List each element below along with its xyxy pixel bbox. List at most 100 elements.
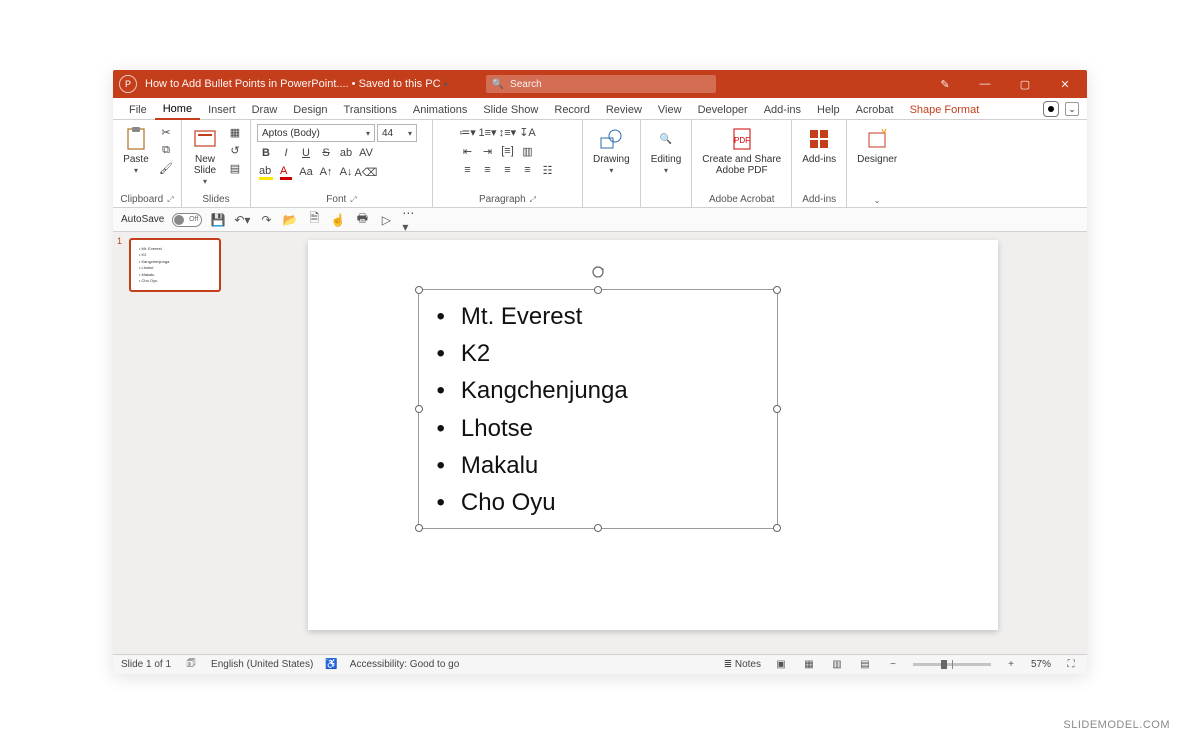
bullet-item[interactable]: Mt. Everest [437,298,759,335]
more-commands-button[interactable]: ⋯▾ [402,212,418,228]
notes-button[interactable]: ≣ Notes [724,659,761,670]
tab-file[interactable]: File [121,100,155,119]
paste-button[interactable]: Paste ▾ [119,124,153,178]
addins-button[interactable]: Add-ins [798,124,840,167]
format-painter-button[interactable]: 🖌 [157,160,175,176]
slideshow-view-button[interactable]: ▤ [857,658,873,672]
text-shadow-button[interactable]: ab [337,145,355,161]
tab-acrobat[interactable]: Acrobat [848,100,902,119]
designer-button[interactable]: Designer [853,124,901,167]
redo-button[interactable]: ↷ [258,212,274,228]
resize-handle[interactable] [594,524,602,532]
font-name-select[interactable]: Aptos (Body)▾ [257,124,375,142]
font-color-button[interactable]: A [277,164,295,180]
editing-button[interactable]: 🔍 Editing▾ [647,124,686,178]
bullet-item[interactable]: Makalu [437,447,759,484]
rotate-handle-icon[interactable] [590,264,606,280]
chevron-down-icon[interactable]: ⌄ [874,196,881,205]
touch-mode-button[interactable]: ☝ [330,212,346,228]
align-left-button[interactable]: ≡ [459,162,477,178]
open-button[interactable]: 📂 [282,212,298,228]
tab-animations[interactable]: Animations [405,100,475,119]
copy-button[interactable]: ⧉ [157,142,175,158]
tab-slide-show[interactable]: Slide Show [475,100,546,119]
numbering-button[interactable]: 1≡▾ [479,124,497,140]
new-slide-button[interactable]: New Slide ▾ [188,124,222,189]
bullet-item[interactable]: Cho Oyu [437,484,759,521]
tab-developer[interactable]: Developer [690,100,756,119]
justify-button[interactable]: ≡ [519,162,537,178]
spellcheck-icon[interactable]: 🗊 [183,658,199,672]
section-button[interactable]: ▤ [226,160,244,176]
language-indicator[interactable]: English (United States) [211,659,313,670]
increase-indent-button[interactable]: ⇥ [479,143,497,159]
resize-handle[interactable] [594,286,602,294]
dialog-launcher-icon[interactable]: ⤢ [167,195,173,205]
tab-insert[interactable]: Insert [200,100,244,119]
slide-sorter-button[interactable]: ▦ [801,658,817,672]
tab-help[interactable]: Help [809,100,848,119]
bullet-item[interactable]: Kangchenjunga [437,372,759,409]
close-button[interactable]: ✕ [1049,78,1081,91]
tab-draw[interactable]: Draw [244,100,286,119]
slide-indicator[interactable]: Slide 1 of 1 [121,659,171,670]
zoom-out-button[interactable]: − [885,658,901,672]
bullets-button[interactable]: ≔▾ [459,124,477,140]
resize-handle[interactable] [415,286,423,294]
resize-handle[interactable] [773,286,781,294]
slide-thumbnail-1[interactable]: 1 • Mt. Everest • K2 • Kangchenjunga • L… [119,238,222,292]
italic-button[interactable]: I [277,145,295,161]
bold-button[interactable]: B [257,145,275,161]
shrink-font-button[interactable]: A↓ [337,164,355,180]
search-box[interactable]: 🔍 Search [486,75,716,93]
text-box[interactable]: Mt. Everest K2 Kangchenjunga Lhotse Maka… [418,289,778,529]
layout-button[interactable]: ▦ [226,124,244,140]
autosave-toggle[interactable]: Off [172,213,202,227]
resize-handle[interactable] [415,405,423,413]
columns-button[interactable]: ▥ [519,143,537,159]
resize-handle[interactable] [415,524,423,532]
slide[interactable]: Mt. Everest K2 Kangchenjunga Lhotse Maka… [308,240,998,630]
undo-button[interactable]: ↶▾ [234,212,250,228]
quick-print-button[interactable]: 🖶 [354,212,370,228]
tab-review[interactable]: Review [598,100,650,119]
change-case-button[interactable]: Aa [297,164,315,180]
accessibility-status[interactable]: Accessibility: Good to go [350,659,460,670]
zoom-slider[interactable] [913,663,991,666]
resize-handle[interactable] [773,524,781,532]
highlight-button[interactable]: ab [257,164,275,180]
line-spacing-button[interactable]: ↕≡▾ [499,124,517,140]
align-center-button[interactable]: ≡ [479,162,497,178]
collapse-ribbon-icon[interactable]: ⌄ [1065,102,1079,116]
minimize-button[interactable]: — [969,78,1001,90]
save-button[interactable]: 💾 [210,212,226,228]
bullet-item[interactable]: K2 [437,335,759,372]
fit-to-window-button[interactable]: ⛶ [1063,658,1079,672]
decrease-indent-button[interactable]: ⇤ [459,143,477,159]
tab-view[interactable]: View [650,100,690,119]
zoom-level[interactable]: 57% [1031,659,1051,670]
grow-font-button[interactable]: A↑ [317,164,335,180]
maximize-button[interactable]: ▢ [1009,78,1041,91]
tab-record[interactable]: Record [546,100,597,119]
ink-icon[interactable]: ✎ [929,78,961,91]
drawing-button[interactable]: Drawing▾ [589,124,634,178]
reset-button[interactable]: ↺ [226,142,244,158]
zoom-in-button[interactable]: + [1003,658,1019,672]
slide-thumbnails-pane[interactable]: 1 • Mt. Everest • K2 • Kangchenjunga • L… [113,232,228,654]
tab-design[interactable]: Design [285,100,335,119]
cut-button[interactable]: ✂ [157,124,175,140]
smartart-button[interactable]: ☷ [539,162,557,178]
dialog-launcher-icon[interactable]: ⤢ [350,195,356,205]
tab-shape-format[interactable]: Shape Format [902,100,988,119]
bullet-item[interactable]: Lhotse [437,410,759,447]
dialog-launcher-icon[interactable]: ⤢ [530,195,536,205]
from-beginning-button[interactable]: ▷ [378,212,394,228]
align-right-button[interactable]: ≡ [499,162,517,178]
bullet-list[interactable]: Mt. Everest K2 Kangchenjunga Lhotse Maka… [419,290,777,529]
character-spacing-button[interactable]: AV [357,145,375,161]
resize-handle[interactable] [773,405,781,413]
new-file-button[interactable]: 🗎 [306,212,322,228]
record-icon[interactable] [1043,101,1059,117]
normal-view-button[interactable]: ▣ [773,658,789,672]
